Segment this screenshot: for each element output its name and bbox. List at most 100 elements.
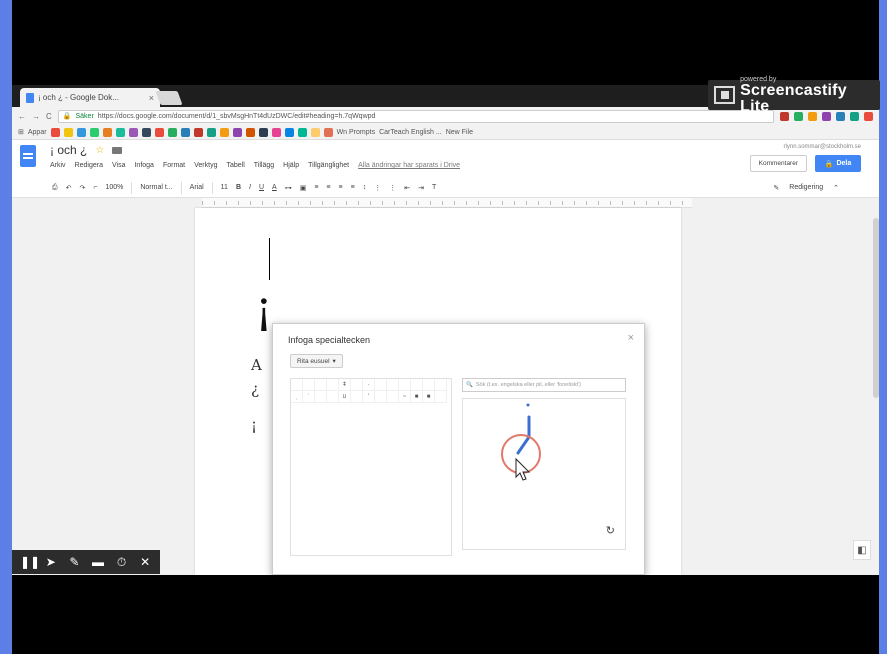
bookmark-icon[interactable] xyxy=(193,127,203,137)
bookmark-icon[interactable] xyxy=(245,127,255,137)
category-dropdown[interactable]: Rita eusuel ▾ xyxy=(290,354,343,368)
underline-icon[interactable]: U xyxy=(259,184,264,191)
justify-icon[interactable]: ≡ xyxy=(351,184,355,191)
timer-icon[interactable]: ⏱ xyxy=(115,555,129,570)
char-cell[interactable] xyxy=(351,391,363,403)
bookmark-icon[interactable] xyxy=(180,127,190,137)
bookmark-icon[interactable] xyxy=(154,127,164,137)
apps-icon[interactable]: ⊞ xyxy=(18,128,24,136)
char-cell[interactable]: ■ xyxy=(411,391,423,403)
new-tab-button[interactable] xyxy=(155,91,183,105)
editing-mode-select[interactable]: Redigering xyxy=(789,184,823,191)
char-cell[interactable] xyxy=(423,379,435,391)
redo-icon[interactable]: ↷ xyxy=(79,184,85,192)
menu-hjalp[interactable]: Hjälp xyxy=(283,162,299,169)
pointer-icon[interactable]: ➤ xyxy=(44,555,58,569)
bookmark-icon[interactable] xyxy=(258,127,268,137)
link-icon[interactable]: ⊶ xyxy=(285,184,292,192)
char-cell[interactable] xyxy=(411,379,423,391)
close-icon[interactable]: × xyxy=(628,332,634,344)
bookmark-icon[interactable] xyxy=(323,127,333,137)
font-size-select[interactable]: 11 xyxy=(221,184,228,191)
doc-title[interactable]: ¡ och ¿ xyxy=(50,143,87,157)
char-cell[interactable] xyxy=(375,379,387,391)
bookmark-new-file[interactable]: New File xyxy=(446,129,473,136)
bookmark-apps[interactable]: Appar xyxy=(28,129,47,136)
char-cell[interactable] xyxy=(399,379,411,391)
char-cell[interactable] xyxy=(303,379,315,391)
bookmark-icon[interactable] xyxy=(297,127,307,137)
menu-tabell[interactable]: Tabell xyxy=(226,162,244,169)
user-email[interactable]: rlynn.sommar@stockholm.se xyxy=(784,144,861,150)
bookmark-icon[interactable] xyxy=(310,127,320,137)
char-cell[interactable] xyxy=(375,391,387,403)
indent-more-icon[interactable]: ⇥ xyxy=(418,184,424,192)
save-status[interactable]: Alla ändringar har sparats i Drive xyxy=(358,162,460,169)
bookmark-icon[interactable] xyxy=(219,127,229,137)
chevron-up-icon[interactable]: ⌃ xyxy=(833,184,839,192)
vertical-scrollbar[interactable] xyxy=(873,218,879,398)
bookmark-icon[interactable] xyxy=(232,127,242,137)
eraser-icon[interactable]: ▬ xyxy=(91,555,105,569)
align-center-icon[interactable]: ≡ xyxy=(326,184,330,191)
bookmark-icon[interactable] xyxy=(76,127,86,137)
char-cell[interactable] xyxy=(435,379,447,391)
bookmark-icon[interactable] xyxy=(284,127,294,137)
char-cell[interactable]: ˌ xyxy=(291,391,303,403)
char-cell[interactable] xyxy=(327,379,339,391)
menu-tillganglighet[interactable]: Tillgänglighet xyxy=(308,162,349,169)
bookmark-wn-prompts[interactable]: Wn Prompts xyxy=(337,129,376,136)
ruler[interactable] xyxy=(202,198,692,208)
forward-icon[interactable]: → xyxy=(32,112,40,121)
char-search-input[interactable]: 🔍 Sök (t.ex. engelska eller pil, eller '… xyxy=(462,378,626,392)
zoom-select[interactable]: 100% xyxy=(105,184,123,191)
back-icon[interactable]: ← xyxy=(18,112,26,121)
char-cell[interactable]: · xyxy=(363,379,375,391)
url-input[interactable]: 🔒 Säker https://docs.google.com/document… xyxy=(57,109,774,123)
print-icon[interactable]: ⎙ xyxy=(52,184,58,192)
bullet-list-icon[interactable]: ⋮ xyxy=(389,184,396,192)
line-spacing-icon[interactable]: ↕ xyxy=(363,184,367,191)
char-cell[interactable] xyxy=(327,391,339,403)
menu-infoga[interactable]: Infoga xyxy=(134,162,153,169)
menu-arkiv[interactable]: Arkiv xyxy=(50,162,66,169)
font-select[interactable]: Arial xyxy=(190,184,204,191)
pencil-icon[interactable]: ✎ xyxy=(773,184,779,192)
menu-visa[interactable]: Visa xyxy=(112,162,126,169)
text-color-icon[interactable]: A xyxy=(272,184,277,191)
paint-format-icon[interactable]: ⌐ xyxy=(93,184,97,191)
italic-icon[interactable]: I xyxy=(249,184,251,191)
browser-tab[interactable]: ¡ och ¿ - Google Dok... × xyxy=(20,88,160,107)
style-select[interactable]: Normal t... xyxy=(140,184,172,191)
align-right-icon[interactable]: ≡ xyxy=(339,184,343,191)
char-cell[interactable]: ǂ xyxy=(339,379,351,391)
char-cell[interactable] xyxy=(291,379,303,391)
explore-icon[interactable]: ◧ xyxy=(853,540,871,560)
menu-tillagg[interactable]: Tillägg xyxy=(254,162,274,169)
pen-icon[interactable]: ✎ xyxy=(68,555,82,569)
menu-verktyg[interactable]: Verktyg xyxy=(194,162,217,169)
bookmark-icon[interactable] xyxy=(50,127,60,137)
char-cell[interactable] xyxy=(315,379,327,391)
pause-icon[interactable]: ❚❚ xyxy=(20,555,40,569)
bookmark-icon[interactable] xyxy=(141,127,151,137)
char-cell[interactable] xyxy=(387,379,399,391)
bold-icon[interactable]: B xyxy=(236,184,241,191)
char-cell[interactable] xyxy=(351,379,363,391)
bookmark-icon[interactable] xyxy=(115,127,125,137)
bookmark-carteach[interactable]: CarTeach English ... xyxy=(379,129,442,136)
comments-button[interactable]: Kommentarer xyxy=(749,155,807,172)
star-icon[interactable]: ☆ xyxy=(95,145,104,156)
align-left-icon[interactable]: ≡ xyxy=(314,184,318,191)
docs-logo-icon[interactable] xyxy=(20,145,36,167)
menu-format[interactable]: Format xyxy=(163,162,185,169)
share-button[interactable]: 🔒 Dela xyxy=(815,155,861,172)
char-cell[interactable]: ■ xyxy=(423,391,435,403)
close-icon[interactable]: ✕ xyxy=(138,555,152,569)
drawing-canvas[interactable]: ↻ xyxy=(462,398,626,550)
char-cell[interactable]: ˈ xyxy=(303,391,315,403)
char-cell[interactable]: ~ xyxy=(399,391,411,403)
char-cell[interactable] xyxy=(435,391,447,403)
close-tab-icon[interactable]: × xyxy=(149,93,154,103)
reload-icon[interactable]: C xyxy=(46,112,52,121)
